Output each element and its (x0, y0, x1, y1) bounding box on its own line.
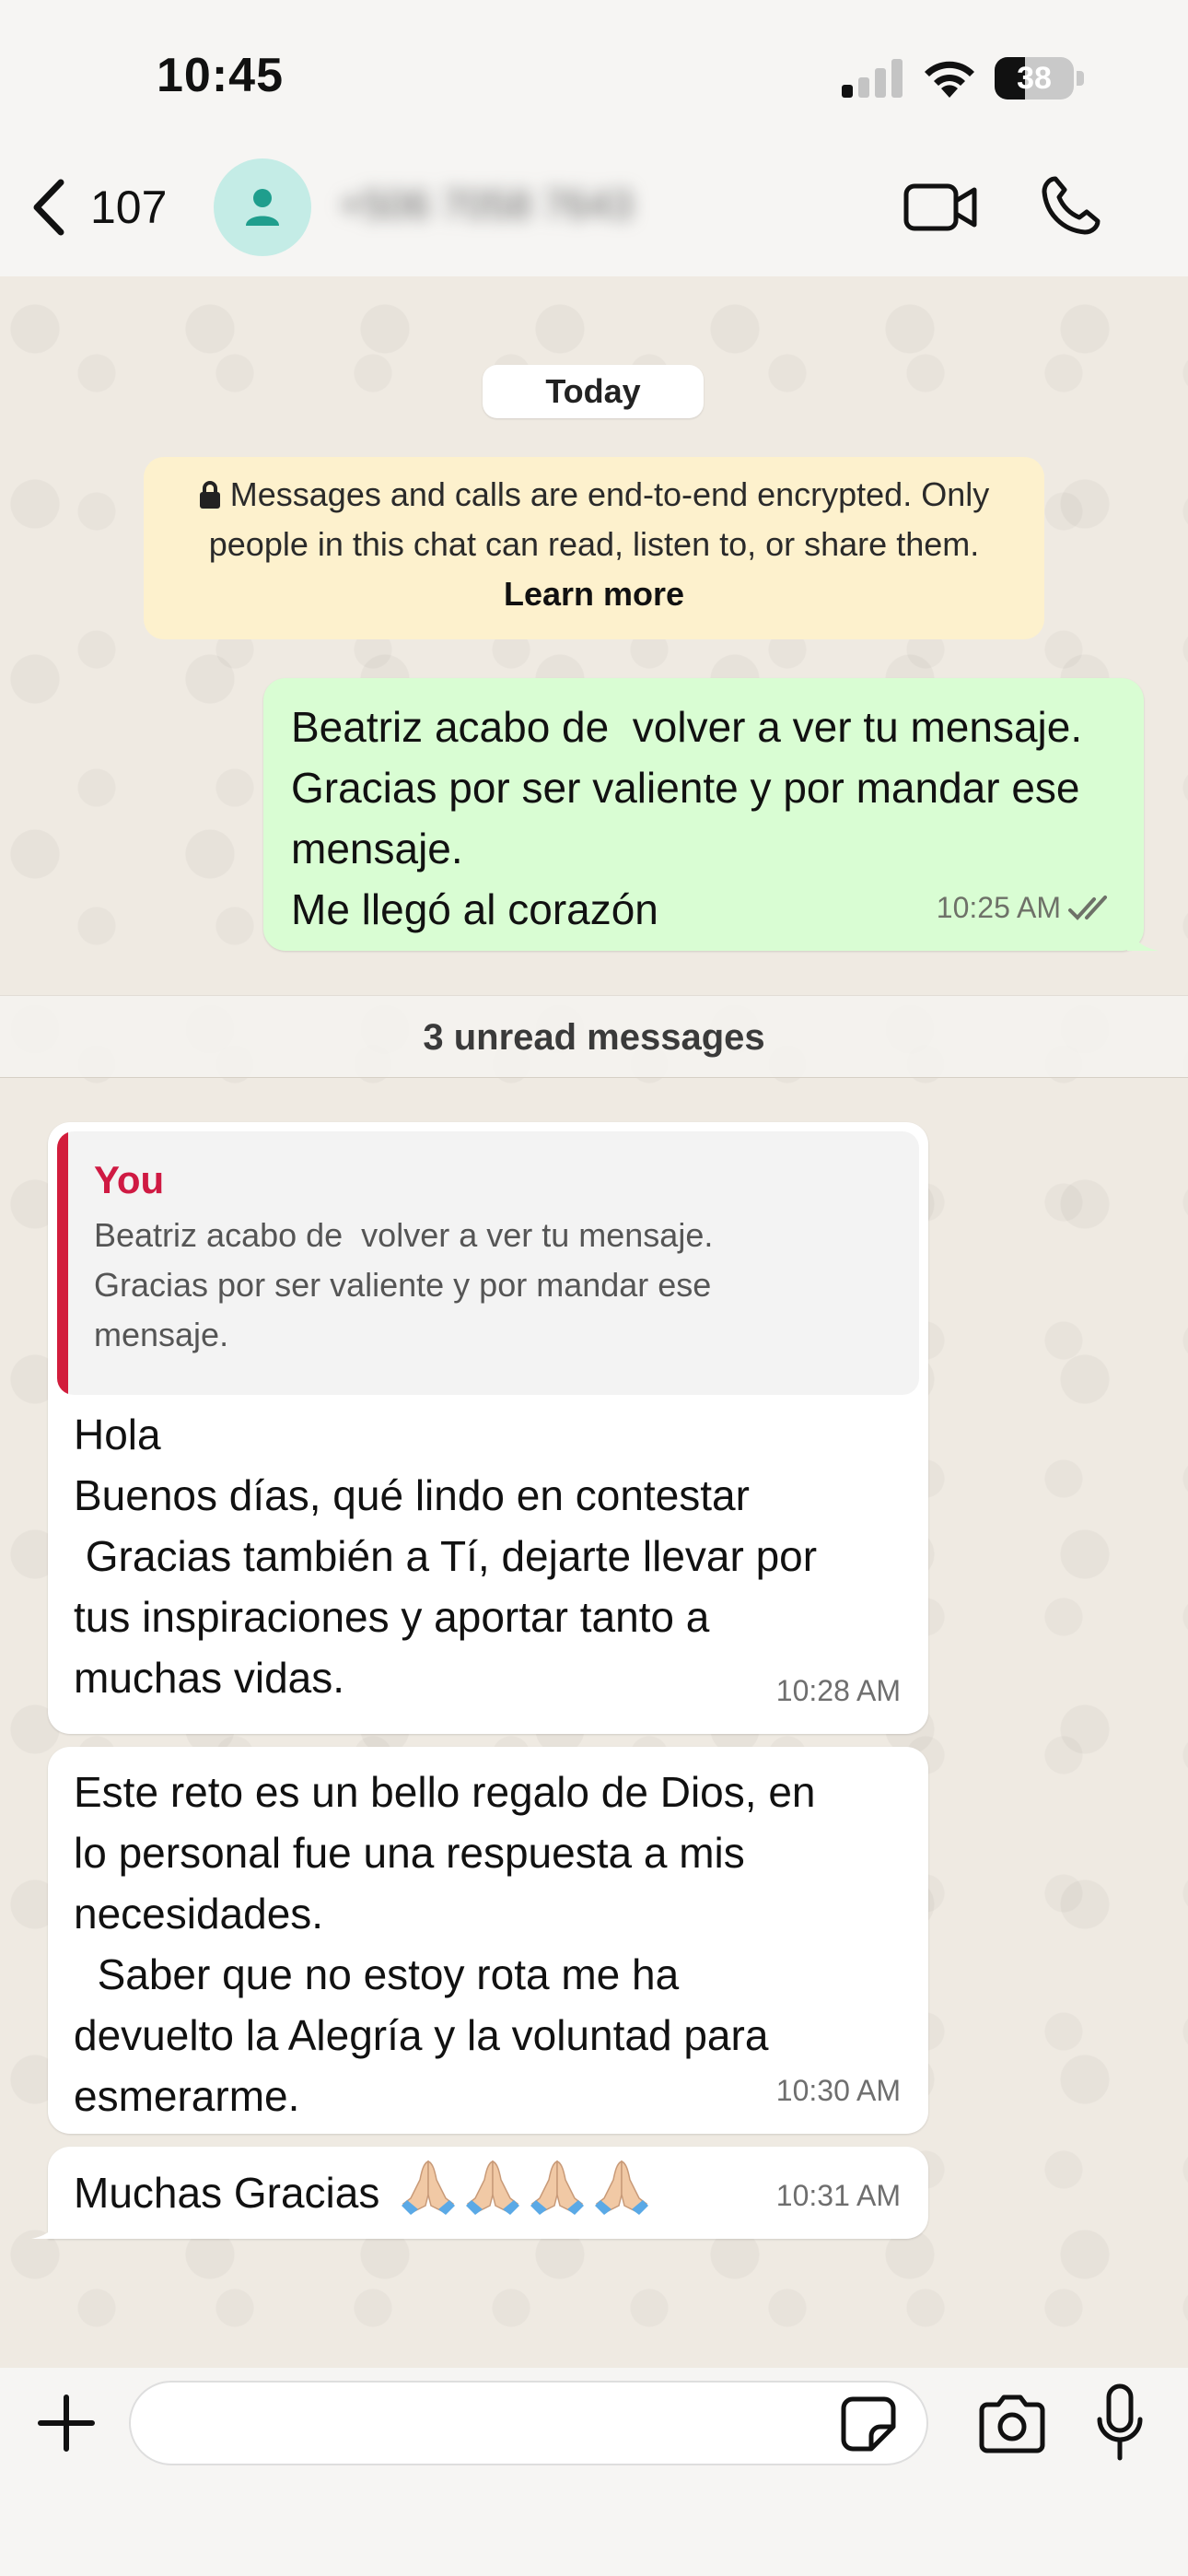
plus-icon[interactable] (33, 2390, 99, 2456)
message-input[interactable] (129, 2381, 928, 2465)
praying-hands-icon (595, 2160, 649, 2215)
bubble-tail (31, 2207, 63, 2239)
praying-hands-icon (530, 2160, 585, 2215)
quote-text: Beatriz acabo de volver a ver tu mensaje… (94, 1216, 714, 1353)
battery-level: 38 (1017, 61, 1052, 96)
bubble-tail (1127, 919, 1159, 951)
message-time: 10:25 AM (936, 891, 1061, 924)
incoming-message[interactable]: Este reto es un bello regalo de Dios, en… (48, 1747, 928, 2134)
outgoing-message[interactable]: Beatriz acabo de volver a ver tu mensaje… (263, 678, 1159, 951)
double-check-icon (1068, 896, 1107, 920)
microphone-icon[interactable] (1094, 2383, 1146, 2464)
praying-hands-icon (466, 2160, 520, 2215)
message-time: 10:31 AM (775, 2179, 901, 2212)
incoming-message[interactable]: Muchas Gracias 10:31 AM (31, 2147, 928, 2239)
video-camera-icon[interactable] (903, 175, 980, 240)
chat-header: 107 +506 7058 7643 (0, 138, 1188, 276)
message-text: Muchas Gracias (74, 2169, 380, 2217)
unread-chats-count: 107 (90, 181, 168, 233)
battery-cap (1077, 71, 1084, 86)
composer-bar (0, 2368, 1188, 2576)
cellular-signal-icon (842, 59, 903, 98)
incoming-message[interactable]: You Beatriz acabo de volver a ver tu men… (48, 1122, 928, 1734)
encryption-notice-text: Messages and calls are end-to-end encryp… (208, 475, 990, 563)
phone-icon[interactable] (1039, 173, 1103, 238)
learn-more-link[interactable]: Learn more (504, 575, 684, 613)
encryption-notice[interactable]: Messages and calls are end-to-end encryp… (144, 457, 1044, 639)
back-button[interactable]: 107 (28, 175, 193, 240)
status-time: 10:45 (157, 49, 284, 102)
status-bar: 10:45 38 (0, 0, 1188, 138)
message-meta: 10:25 AM (937, 877, 1116, 938)
unread-divider: 3 unread messages (0, 995, 1188, 1078)
praying-hands-emoji (398, 2158, 656, 2215)
contact-name[interactable]: +506 7058 7643 (339, 182, 707, 232)
battery-icon: 38 (995, 57, 1074, 100)
battery-indicator: 38 (995, 57, 1085, 100)
camera-icon[interactable] (976, 2392, 1048, 2456)
sticker-icon[interactable] (840, 2395, 897, 2453)
message-time: 10:28 AM (775, 1674, 901, 1707)
quote-accent-bar (57, 1131, 68, 1395)
chat-area[interactable]: Today Messages and calls are end-to-end … (0, 276, 1188, 2368)
quote-author: You (94, 1158, 165, 1201)
quoted-message[interactable]: You Beatriz acabo de volver a ver tu men… (57, 1131, 919, 1395)
wifi-icon (925, 61, 974, 98)
home-indicator (460, 2543, 728, 2554)
date-chip: Today (483, 365, 704, 418)
message-time: 10:30 AM (775, 2074, 901, 2107)
person-icon (246, 189, 279, 226)
lock-icon (199, 481, 220, 509)
chevron-left-icon (33, 179, 64, 236)
praying-hands-icon (402, 2160, 456, 2215)
avatar[interactable] (214, 158, 311, 256)
